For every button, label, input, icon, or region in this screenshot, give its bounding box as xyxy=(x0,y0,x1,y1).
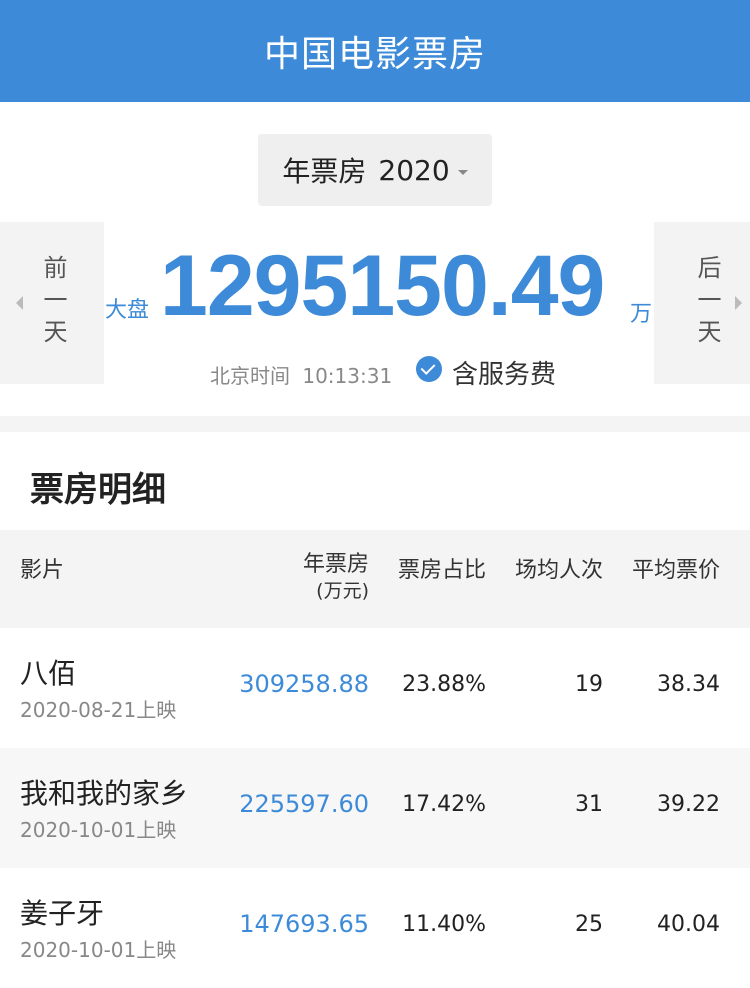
next-day-label: 后一天 xyxy=(693,255,721,351)
update-time: 北京时间 10:13:31 xyxy=(210,360,392,389)
table-header: 影片 年票房 (万元) 票房占比 场均人次 平均票价 xyxy=(0,530,750,628)
header-box-label: 年票房 xyxy=(302,552,369,577)
film-share: 23.88% xyxy=(402,672,486,697)
film-attendance: 19 xyxy=(575,672,603,697)
header-attendance[interactable]: 场均人次 xyxy=(515,552,603,584)
film-attendance: 31 xyxy=(575,792,603,817)
total-label: 大盘 xyxy=(105,298,150,323)
caret-down-icon xyxy=(457,169,468,175)
service-fee-label[interactable]: 含服务费 xyxy=(452,354,556,391)
check-circle-icon[interactable] xyxy=(416,356,442,382)
header-title: 中国电影票房 xyxy=(263,34,486,75)
header-box-office[interactable]: 年票房 (万元) xyxy=(303,552,369,604)
release-date: 2020-08-21上映 xyxy=(20,698,177,722)
release-date: 2020-10-01上映 xyxy=(20,938,177,962)
table-row[interactable]: 姜子牙 2020-10-01上映 147693.65 11.40% 25 40.… xyxy=(0,868,750,988)
film-avg-price: 40.04 xyxy=(657,912,720,937)
table-row[interactable]: 八佰 2020-08-21上映 309258.88 23.88% 19 38.3… xyxy=(0,628,750,748)
chevron-right-icon xyxy=(735,296,742,310)
prev-day-label: 前一天 xyxy=(39,255,67,351)
film-box-office: 309258.88 xyxy=(239,670,369,698)
chevron-left-icon xyxy=(16,296,23,310)
header-avg-price[interactable]: 平均票价 xyxy=(632,552,720,584)
time-value: 10:13:31 xyxy=(302,364,393,388)
film-name: 我和我的家乡 xyxy=(20,777,189,810)
header-share[interactable]: 票房占比 xyxy=(398,552,486,584)
total-unit: 万 xyxy=(630,302,653,327)
header-box-unit: (万元) xyxy=(316,580,369,602)
header-film: 影片 xyxy=(20,558,65,583)
next-day-button[interactable]: 后一天 xyxy=(654,222,750,384)
prev-day-button[interactable]: 前一天 xyxy=(0,222,104,384)
section-title: 票房明细 xyxy=(30,470,166,510)
selector-year: 2020 xyxy=(378,153,450,187)
app-header: 中国电影票房 xyxy=(0,0,750,102)
film-avg-price: 39.22 xyxy=(657,792,720,817)
film-share: 11.40% xyxy=(402,912,486,937)
total-box-office: 1295150.49 xyxy=(160,238,605,334)
selector-label: 年票房 xyxy=(282,155,367,188)
time-label: 北京时间 xyxy=(210,364,290,388)
release-date: 2020-10-01上映 xyxy=(20,818,177,842)
film-name: 姜子牙 xyxy=(20,897,105,930)
section-divider xyxy=(0,416,750,432)
year-selector[interactable]: 年票房 2020 xyxy=(258,134,492,206)
film-share: 17.42% xyxy=(402,792,486,817)
film-box-office: 225597.60 xyxy=(239,790,369,818)
film-attendance: 25 xyxy=(575,912,603,937)
film-box-office: 147693.65 xyxy=(239,910,369,938)
film-name: 八佰 xyxy=(20,657,77,690)
table-row[interactable]: 我和我的家乡 2020-10-01上映 225597.60 17.42% 31 … xyxy=(0,748,750,868)
film-avg-price: 38.34 xyxy=(657,672,720,697)
